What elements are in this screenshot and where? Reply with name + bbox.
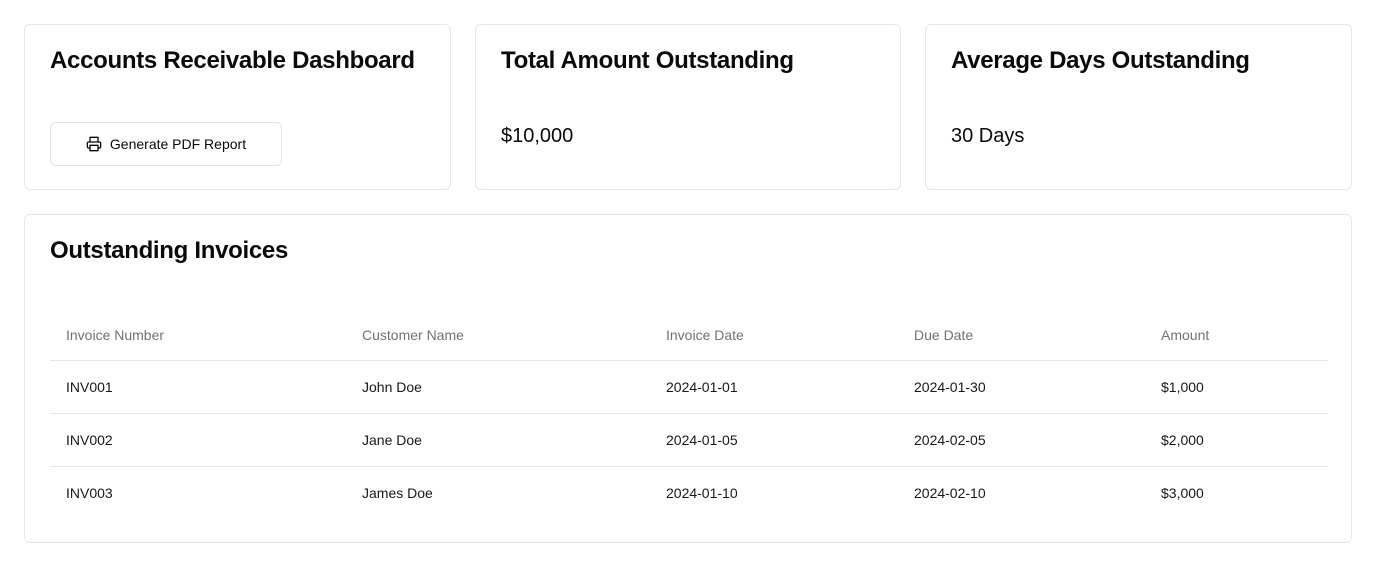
cell-invoice-number: INV001	[66, 378, 113, 395]
total-amount-value: $10,000	[501, 125, 574, 147]
table-row: INV003 James Doe 2024-01-10 2024-02-10 $…	[50, 465, 1328, 519]
average-days-value: 30 Days	[951, 125, 1025, 147]
generate-pdf-report-button[interactable]: Generate PDF Report	[50, 122, 282, 166]
generate-pdf-report-label: Generate PDF Report	[109, 136, 247, 152]
cell-invoice-date: 2024-01-01	[666, 378, 738, 395]
invoices-title: Outstanding Invoices	[50, 237, 289, 264]
table-row: INV002 Jane Doe 2024-01-05 2024-02-05 $2…	[50, 412, 1328, 466]
column-header-invoice-number: Invoice Number	[50, 310, 346, 361]
column-header-amount: Amount	[1145, 310, 1328, 361]
cell-due-date: 2024-02-05	[898, 412, 1145, 466]
cell-invoice-number: INV003	[50, 465, 346, 519]
column-header-due-date: Due Date	[898, 310, 1145, 361]
invoices-table-wrapper: Invoice Number Customer Name Invoice Dat…	[50, 310, 1328, 519]
cell-invoice-date: 2024-01-10	[650, 465, 898, 519]
outstanding-invoices-card: Outstanding Invoices Invoice Number Cust…	[24, 214, 1352, 543]
dashboard-title-card: Accounts Receivable Dashboard Generate P…	[24, 24, 451, 190]
cell-invoice-number: INV002	[50, 412, 346, 466]
page-title: Accounts Receivable Dashboard	[50, 47, 415, 74]
total-amount-title: Total Amount Outstanding	[501, 47, 794, 74]
column-header-customer-name: Customer Name	[346, 310, 650, 361]
average-days-title: Average Days Outstanding	[951, 47, 1250, 74]
cell-customer-name: James Doe	[346, 465, 650, 519]
dashboard-page: Accounts Receivable Dashboard Generate P…	[0, 0, 1376, 567]
printer-icon	[86, 136, 102, 152]
cell-due-date: 2024-02-10	[898, 465, 1145, 519]
column-header-invoice-date: Invoice Date	[650, 310, 898, 361]
cell-customer-name: John Doe	[362, 378, 422, 395]
cell-amount: $3,000	[1145, 465, 1328, 519]
cell-customer-name: Jane Doe	[346, 412, 650, 466]
table-row: INV001 John Doe 2024-01-01 2024-01-30 $1…	[50, 360, 1328, 413]
cell-amount: $2,000	[1145, 412, 1328, 466]
table-header-row: Invoice Number Customer Name Invoice Dat…	[50, 310, 1328, 361]
invoices-table: Invoice Number Customer Name Invoice Dat…	[50, 310, 1328, 519]
cell-amount: $1,000	[1161, 378, 1204, 395]
cell-invoice-date: 2024-01-05	[650, 412, 898, 466]
cell-due-date: 2024-01-30	[914, 378, 986, 395]
average-days-card: Average Days Outstanding 30 Days	[925, 24, 1352, 190]
total-amount-card: Total Amount Outstanding $10,000	[475, 24, 901, 190]
